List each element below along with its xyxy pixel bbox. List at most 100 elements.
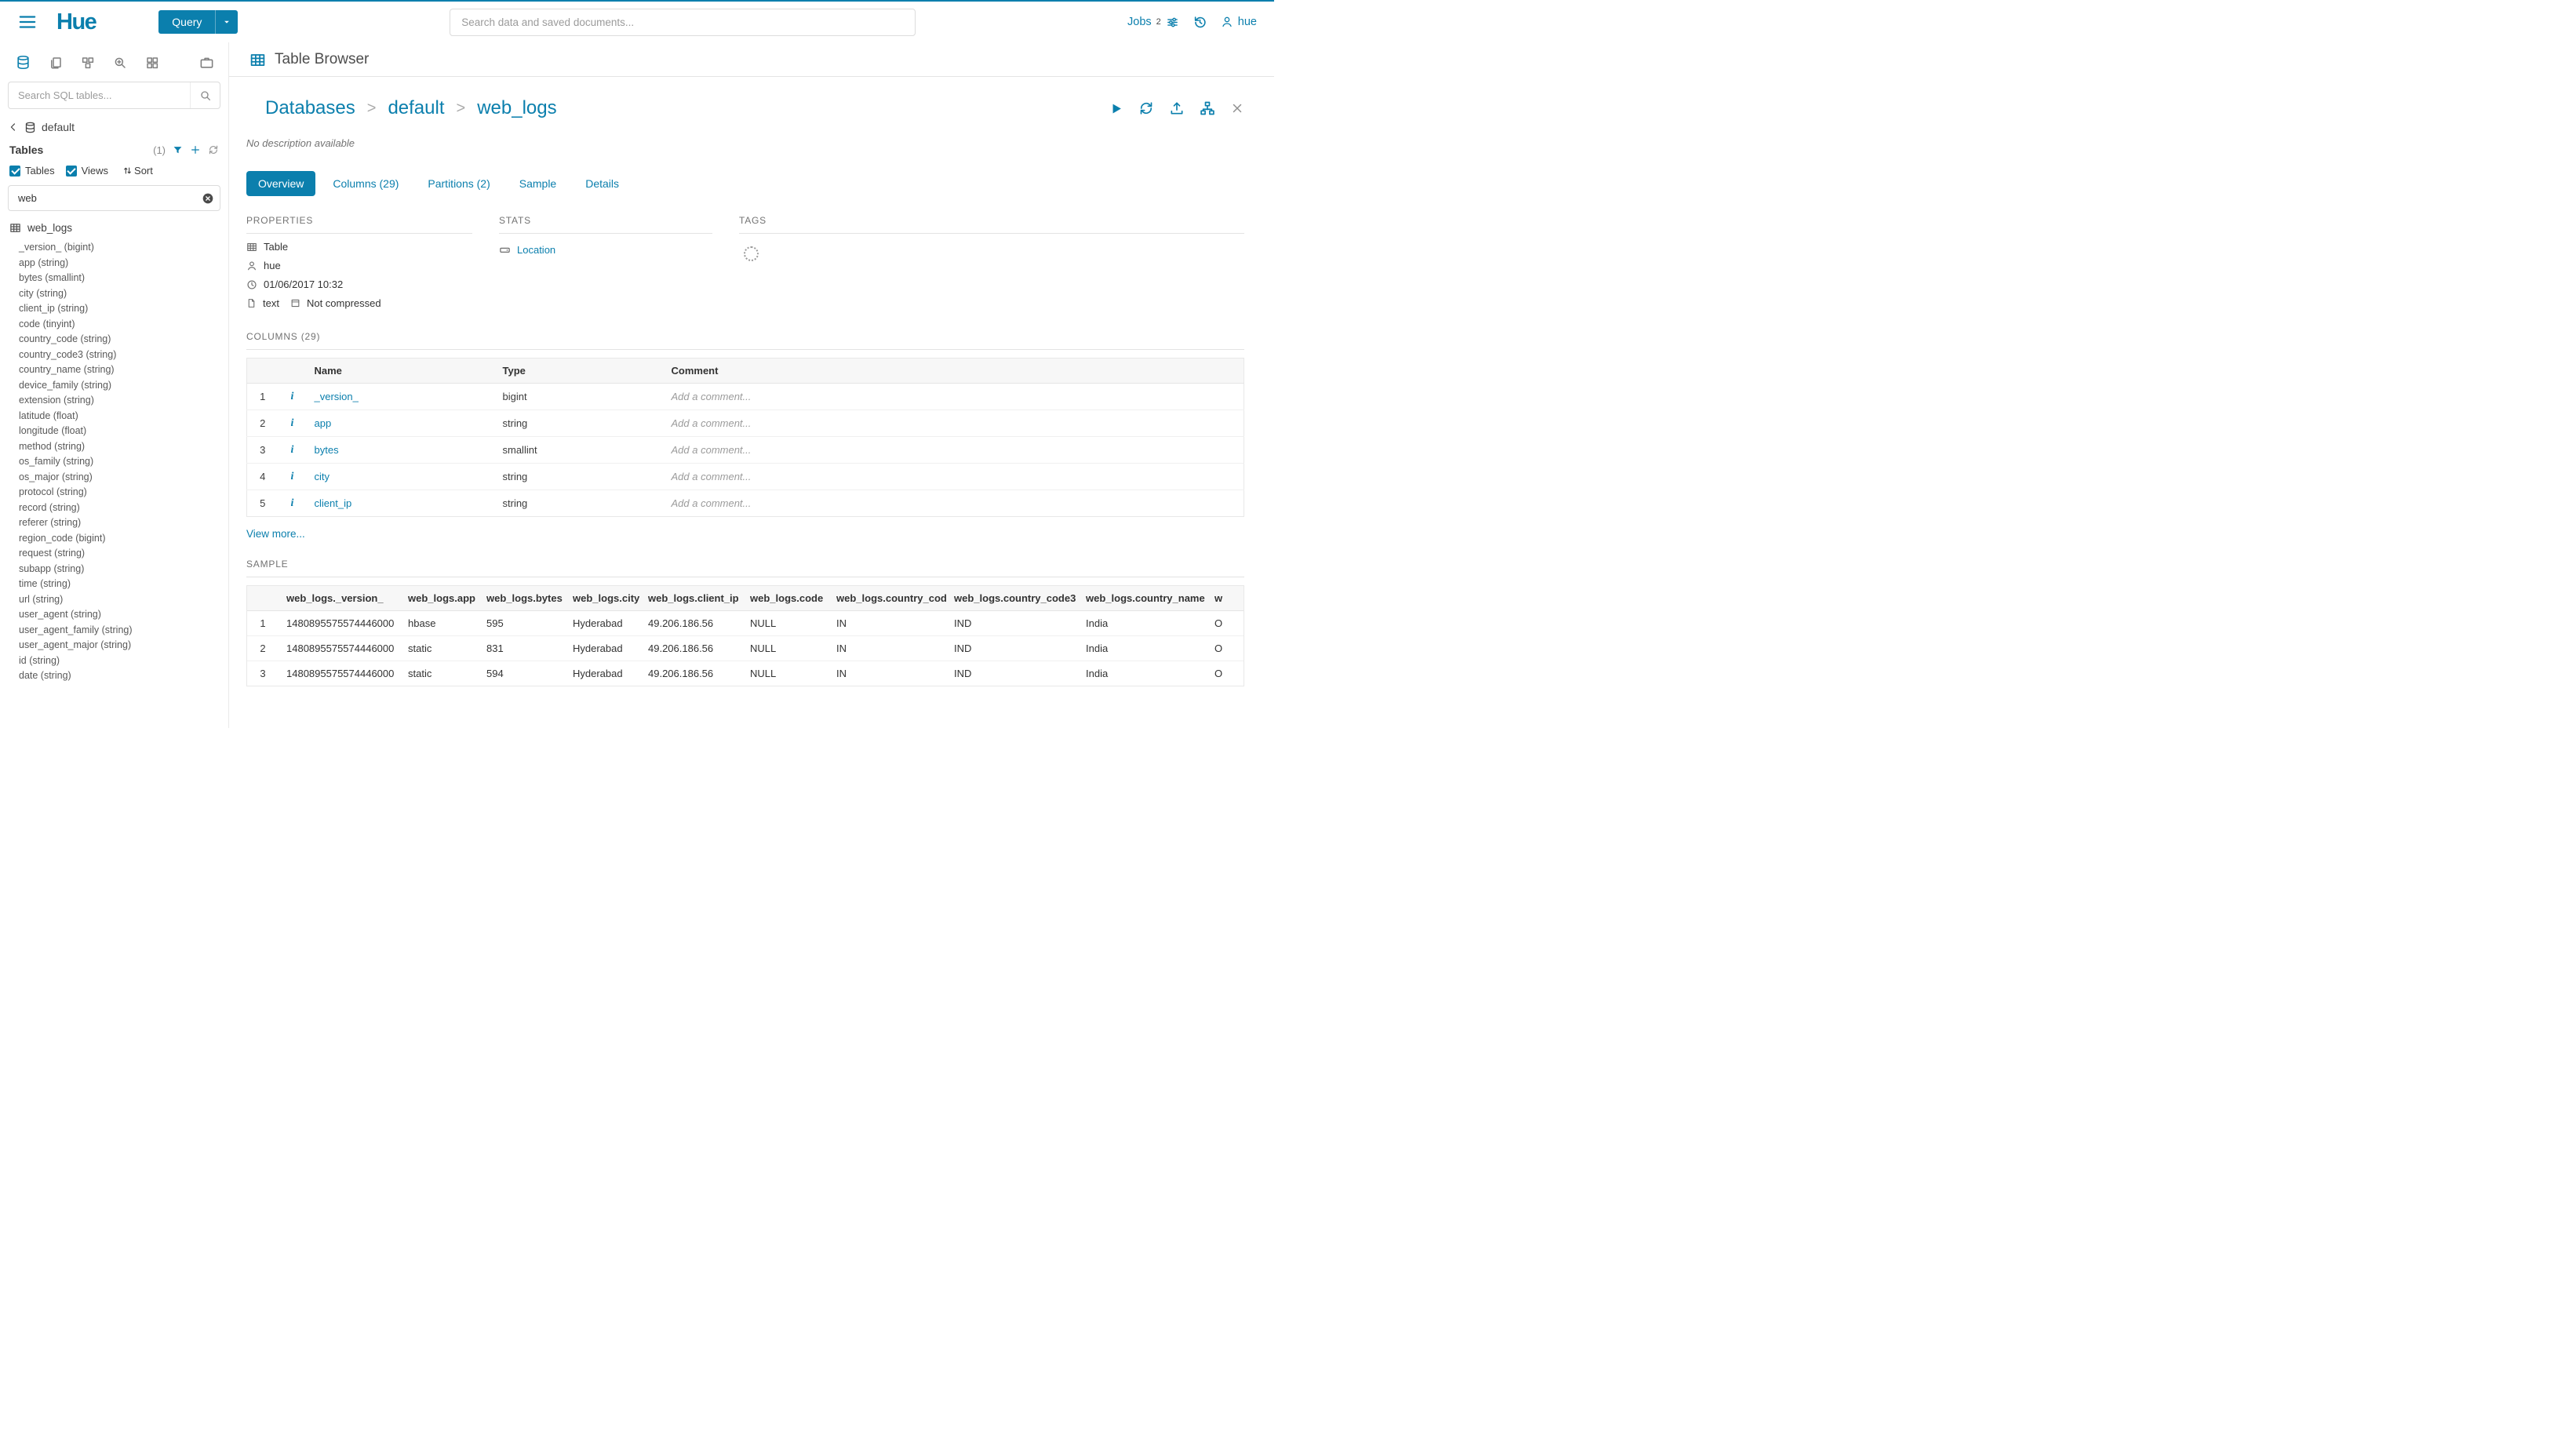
- column-item[interactable]: extension (string): [0, 393, 228, 409]
- tab-overview[interactable]: Overview: [246, 171, 315, 196]
- assist-database-breadcrumb[interactable]: default: [0, 115, 228, 137]
- tables-checkbox[interactable]: [9, 166, 20, 177]
- column-item[interactable]: date (string): [0, 668, 228, 684]
- column-item[interactable]: client_ip (string): [0, 301, 228, 317]
- sql-tables-search-input[interactable]: [8, 82, 220, 109]
- documents-source-button[interactable]: [49, 56, 63, 70]
- column-item[interactable]: url (string): [0, 592, 228, 608]
- breadcrumb-database[interactable]: default: [388, 97, 444, 119]
- hue-app: Hue Query Jobs 2 hue: [0, 0, 1274, 728]
- column-name-link[interactable]: app: [315, 417, 332, 429]
- add-table-button[interactable]: [190, 144, 201, 155]
- column-name-link[interactable]: client_ip: [315, 497, 352, 509]
- sample-cell: 49.206.186.56: [640, 636, 742, 661]
- column-item[interactable]: protocol (string): [0, 485, 228, 500]
- assist-table-web-logs[interactable]: web_logs: [0, 214, 228, 238]
- column-comment[interactable]: Add a comment...: [664, 464, 1244, 490]
- column-comment[interactable]: Add a comment...: [664, 490, 1244, 517]
- assist-filter-row: Tables Views Sort: [0, 159, 228, 180]
- refresh-tables-button[interactable]: [208, 144, 219, 155]
- sort-control[interactable]: Sort: [122, 165, 153, 177]
- jobs-link[interactable]: Jobs 2: [1127, 16, 1179, 29]
- column-item[interactable]: country_code (string): [0, 332, 228, 348]
- info-icon[interactable]: i: [291, 444, 294, 456]
- views-checkbox-label[interactable]: Views: [82, 165, 108, 177]
- tables-checkbox-label[interactable]: Tables: [25, 165, 55, 177]
- column-item[interactable]: method (string): [0, 439, 228, 455]
- column-item[interactable]: code (tinyint): [0, 317, 228, 333]
- column-name-link[interactable]: _version_: [315, 391, 359, 402]
- info-icon[interactable]: i: [291, 497, 294, 509]
- column-comment[interactable]: Add a comment...: [664, 437, 1244, 464]
- query-table-button[interactable]: [1109, 101, 1123, 116]
- filter-tables-button[interactable]: [173, 145, 183, 155]
- query-dropdown-button[interactable]: [215, 10, 238, 34]
- column-item[interactable]: app (string): [0, 256, 228, 271]
- column-item[interactable]: _version_ (bigint): [0, 240, 228, 256]
- column-item[interactable]: user_agent_major (string): [0, 638, 228, 653]
- hue-logo[interactable]: Hue: [56, 11, 96, 34]
- sample-table: web_logs._version_ web_logs.app web_logs…: [247, 586, 1244, 686]
- refresh-table-button[interactable]: [1138, 100, 1154, 116]
- column-name-link[interactable]: city: [315, 471, 330, 482]
- info-icon[interactable]: i: [291, 417, 294, 429]
- column-comment[interactable]: Add a comment...: [664, 410, 1244, 437]
- lineage-button[interactable]: [1200, 100, 1215, 116]
- column-item[interactable]: subapp (string): [0, 562, 228, 577]
- breadcrumb-databases[interactable]: Databases: [265, 97, 355, 119]
- column-item[interactable]: longitude (float): [0, 424, 228, 439]
- tab-details[interactable]: Details: [574, 171, 631, 196]
- apps-source-button[interactable]: [145, 56, 159, 70]
- chevron-left-icon: [8, 122, 19, 133]
- search-plus-icon: [113, 56, 127, 70]
- view-more-link[interactable]: View more...: [246, 528, 305, 540]
- breadcrumb-separator: >: [457, 100, 466, 118]
- views-checkbox[interactable]: [66, 166, 77, 177]
- job-browser-button[interactable]: [199, 55, 214, 70]
- info-icon[interactable]: i: [291, 391, 294, 402]
- info-icon[interactable]: i: [291, 471, 294, 482]
- column-item[interactable]: user_agent (string): [0, 607, 228, 623]
- column-item[interactable]: request (string): [0, 546, 228, 562]
- column-item[interactable]: country_name (string): [0, 362, 228, 378]
- sql-tables-search-button[interactable]: [190, 82, 220, 108]
- row-number: 3: [247, 661, 279, 686]
- hdfs-source-button[interactable]: [81, 56, 95, 70]
- table-description[interactable]: No description available: [246, 137, 1244, 149]
- tab-columns[interactable]: Columns (29): [321, 171, 410, 196]
- table-filter-input[interactable]: [8, 185, 220, 211]
- column-item[interactable]: region_code (bigint): [0, 531, 228, 547]
- sample-cell: Hyderabad: [565, 661, 640, 686]
- tab-partitions[interactable]: Partitions (2): [416, 171, 501, 196]
- user-menu[interactable]: hue: [1221, 16, 1257, 28]
- column-item[interactable]: time (string): [0, 577, 228, 592]
- location-link[interactable]: Location: [517, 244, 555, 256]
- sql-source-button[interactable]: [16, 55, 31, 70]
- row-number: 1: [247, 611, 279, 636]
- column-item[interactable]: country_code3 (string): [0, 348, 228, 363]
- column-comment[interactable]: Add a comment...: [664, 384, 1244, 410]
- column-item[interactable]: os_major (string): [0, 470, 228, 486]
- search-source-button[interactable]: [113, 56, 127, 70]
- column-item[interactable]: latitude (float): [0, 409, 228, 424]
- close-button[interactable]: [1230, 101, 1244, 115]
- column-item[interactable]: device_family (string): [0, 378, 228, 394]
- column-item[interactable]: os_family (string): [0, 454, 228, 470]
- column-item[interactable]: bytes (smallint): [0, 271, 228, 286]
- funnel-icon: [173, 145, 183, 155]
- column-item[interactable]: user_agent_family (string): [0, 623, 228, 639]
- global-search-input[interactable]: [450, 9, 916, 36]
- sample-cell: O: [1207, 636, 1244, 661]
- import-data-button[interactable]: [1169, 100, 1185, 116]
- query-button[interactable]: Query: [158, 10, 215, 34]
- column-item[interactable]: city (string): [0, 286, 228, 302]
- column-name-link[interactable]: bytes: [315, 444, 339, 456]
- column-item[interactable]: referer (string): [0, 515, 228, 531]
- clear-filter-button[interactable]: [202, 192, 214, 205]
- assist-search: [8, 82, 220, 109]
- column-item[interactable]: record (string): [0, 500, 228, 516]
- history-button[interactable]: [1193, 15, 1207, 30]
- menu-button[interactable]: [17, 12, 38, 32]
- tab-sample[interactable]: Sample: [508, 171, 568, 196]
- column-item[interactable]: id (string): [0, 653, 228, 669]
